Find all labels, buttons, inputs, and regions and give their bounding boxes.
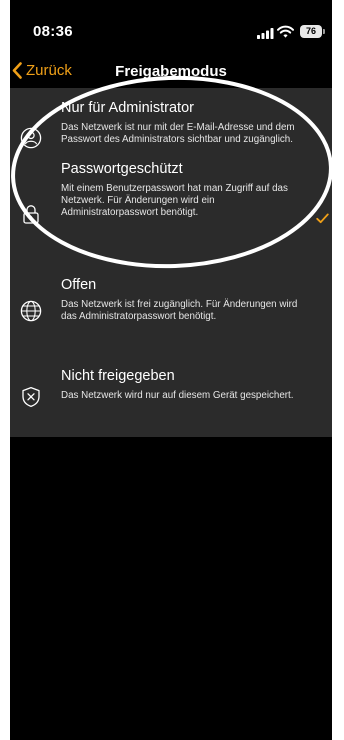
battery-cap bbox=[323, 29, 325, 34]
status-time: 08:36 bbox=[33, 23, 73, 40]
option-description: Das Netzwerk ist frei zugänglich. Für Än… bbox=[61, 299, 298, 323]
option-not-shared[interactable]: Nicht freigegeben Das Netzwerk wird nur … bbox=[10, 368, 332, 418]
option-title: Passwortgeschützt bbox=[61, 161, 183, 177]
option-password-protected[interactable]: Passwortgeschützt Mit einem Benutzerpass… bbox=[10, 161, 332, 241]
sharing-mode-list: Nur für Administrator Das Netzwerk ist n… bbox=[10, 88, 332, 437]
option-open[interactable]: Offen Das Netzwerk ist frei zugänglich. … bbox=[10, 277, 332, 337]
lock-icon bbox=[23, 205, 39, 224]
option-description: Das Netzwerk wird nur auf diesem Gerät g… bbox=[61, 390, 294, 401]
cellular-signal-icon bbox=[257, 28, 274, 39]
option-description: Mit einem Benutzerpasswort hat man Zugri… bbox=[61, 183, 288, 219]
navigation-bar: Zurück Freigabemodus bbox=[10, 52, 332, 88]
option-title: Nur für Administrator bbox=[61, 100, 194, 116]
option-description: Das Netzwerk ist nur mit der E-Mail-Adre… bbox=[61, 122, 295, 146]
option-admin-only[interactable]: Nur für Administrator Das Netzwerk ist n… bbox=[10, 100, 332, 170]
admin-user-icon bbox=[20, 127, 42, 149]
checkmark-icon bbox=[316, 213, 329, 224]
shield-x-icon bbox=[22, 386, 40, 408]
globe-icon bbox=[20, 300, 42, 322]
option-title: Nicht freigegeben bbox=[61, 368, 175, 384]
status-bar: 08:36 76 bbox=[10, 0, 332, 52]
option-title: Offen bbox=[61, 277, 97, 293]
phone-screen: 08:36 76 Zurück Freigabemodus Nur für Ad… bbox=[10, 0, 332, 740]
page-title: Freigabemodus bbox=[115, 63, 227, 80]
battery-indicator: 76 bbox=[300, 25, 322, 38]
wifi-icon bbox=[277, 25, 294, 38]
